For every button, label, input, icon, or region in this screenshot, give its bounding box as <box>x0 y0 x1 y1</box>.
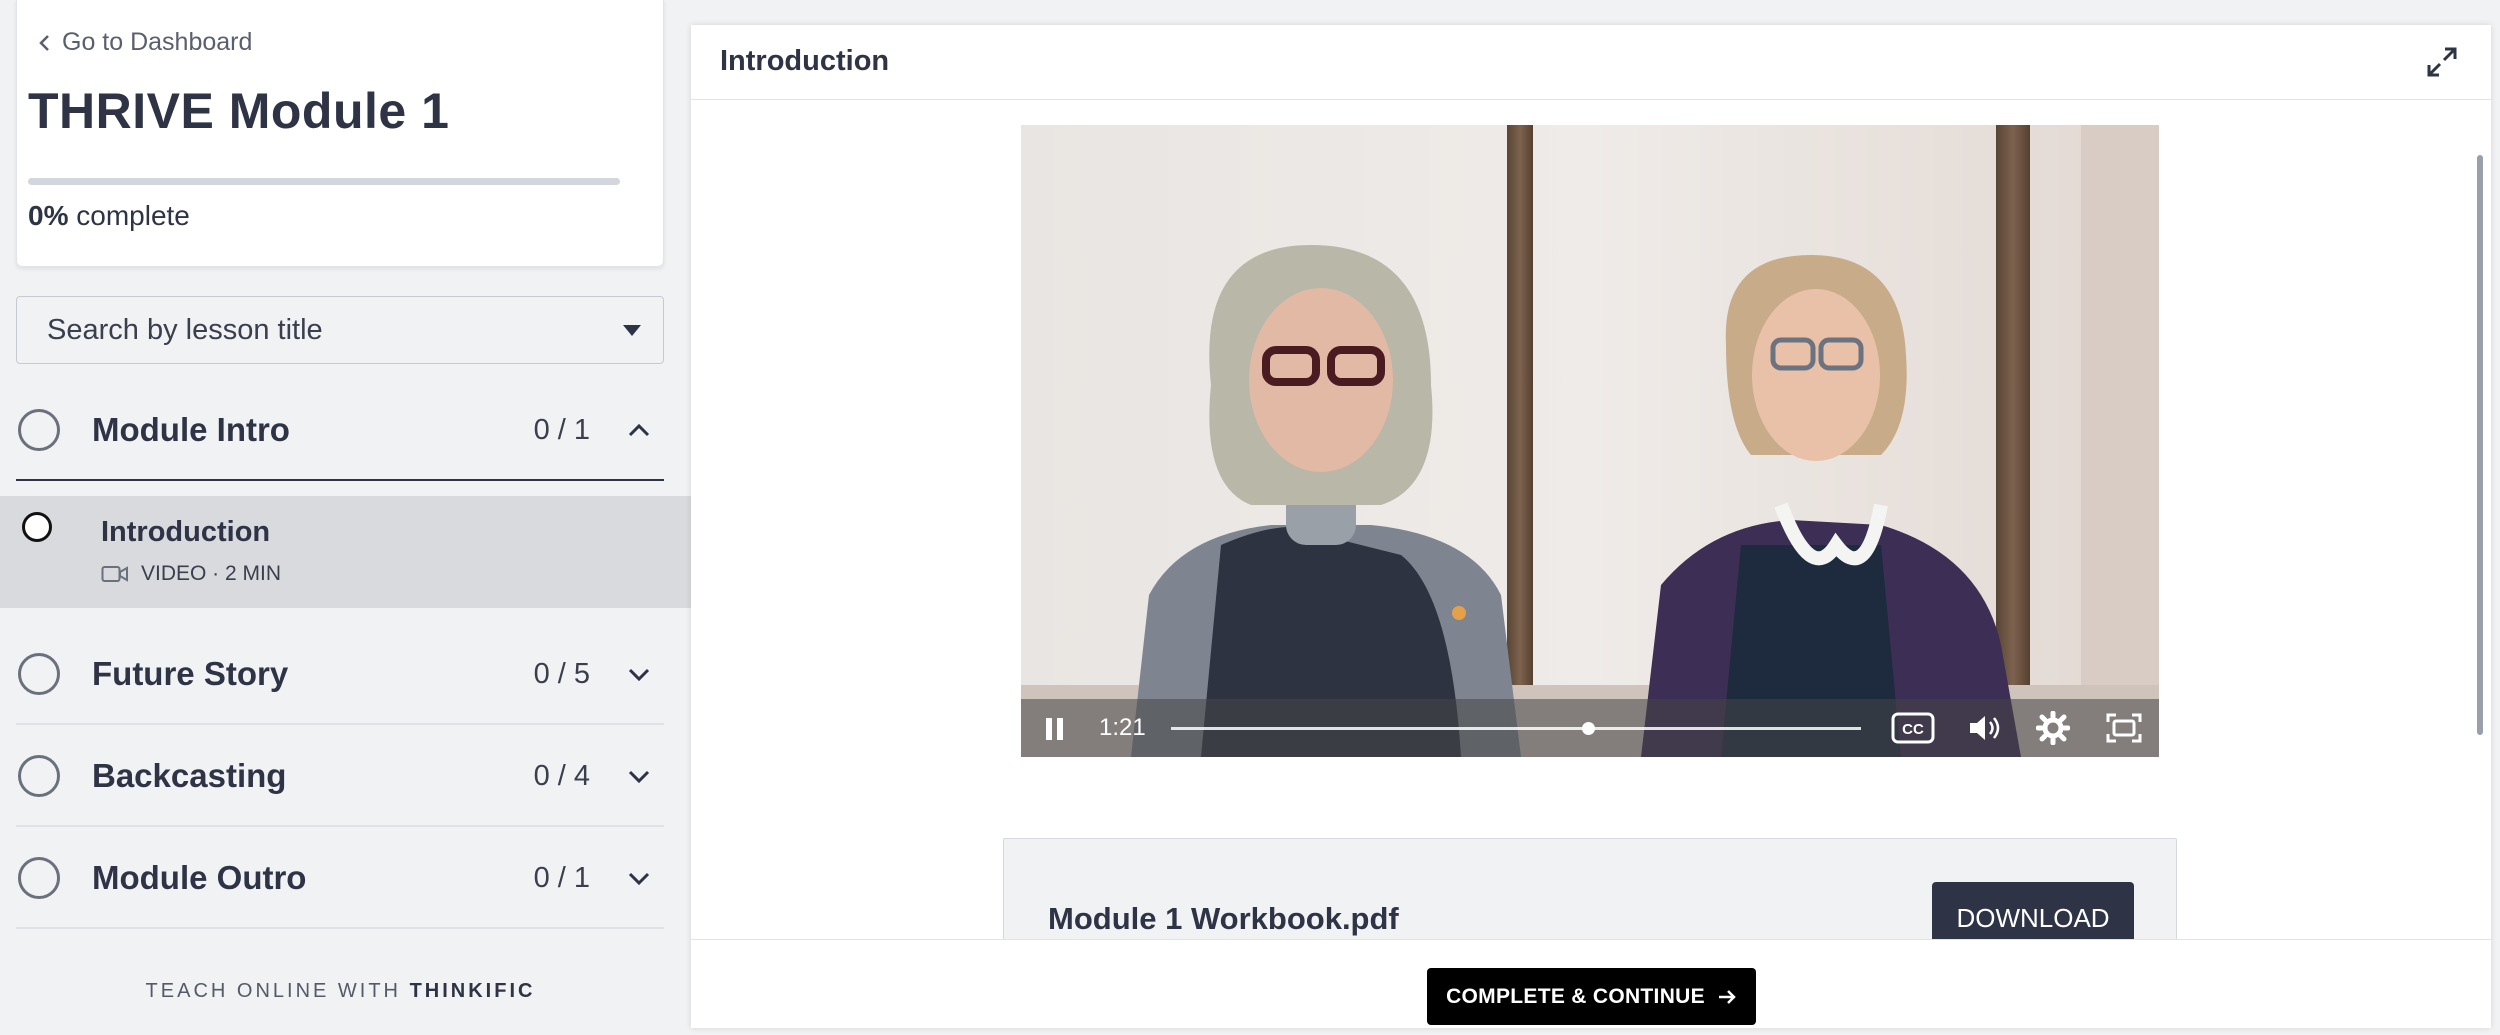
chapter-status-circle-icon <box>18 755 60 797</box>
chapter-status-circle-icon <box>18 409 60 451</box>
lesson-search-placeholder: Search by lesson title <box>47 313 323 346</box>
video-frame <box>1021 125 2159 757</box>
powered-by-thinkific[interactable]: TEACH ONLINE WITH THINKIFIC <box>0 980 681 1003</box>
lesson-meta: VIDEO · 2 MIN <box>101 562 281 586</box>
chapter-status-circle-icon <box>18 857 60 899</box>
expand-icon[interactable] <box>2425 45 2459 79</box>
footer-brand-name: THINKIFIC <box>409 980 536 1002</box>
chapter-status-circle-icon <box>18 653 60 695</box>
chevron-up-icon <box>628 423 650 437</box>
svg-text:CC: CC <box>1902 721 1924 738</box>
course-title: THRIVE Module 1 <box>28 83 450 139</box>
progress-percent: 0% <box>28 200 69 231</box>
complete-button-label: COMPLETE & CONTINUE <box>1446 984 1705 1008</box>
chapter-backcasting[interactable]: Backcasting 0 / 4 <box>16 726 664 826</box>
chapter-divider <box>16 927 664 929</box>
lesson-meta-text: VIDEO · 2 MIN <box>141 562 282 585</box>
chapter-future-story[interactable]: Future Story 0 / 5 <box>16 624 664 724</box>
chevron-down-icon <box>628 668 650 682</box>
lesson-title: Introduction <box>101 516 271 548</box>
chapter-title: Module Outro <box>92 859 307 896</box>
lesson-item-introduction[interactable]: Introduction VIDEO · 2 MIN <box>0 496 691 608</box>
lesson-content-panel: Introduction 1:21 CC Module 1 Workbook.p… <box>691 25 2491 1028</box>
video-scrubber[interactable] <box>1171 722 1861 735</box>
chapter-divider <box>16 825 664 827</box>
chapter-title: Backcasting <box>92 757 287 794</box>
pause-icon[interactable] <box>1043 716 1067 742</box>
chapter-divider <box>16 479 664 481</box>
attachment-file-name: Module 1 Workbook.pdf <box>1048 901 1399 936</box>
lesson-footer: COMPLETE & CONTINUE <box>691 939 2491 1028</box>
settings-gear-icon[interactable] <box>2036 711 2070 745</box>
caret-down-icon <box>623 325 641 336</box>
download-button[interactable]: DOWNLOAD <box>1932 882 2134 939</box>
lesson-scroll-area[interactable]: 1:21 CC Module 1 Workbook.pdf DOWNLOAD <box>691 100 2491 939</box>
chapter-module-outro[interactable]: Module Outro 0 / 1 <box>16 828 664 928</box>
progress-suffix: complete <box>76 200 190 231</box>
closed-captions-icon[interactable]: CC <box>1891 712 1935 744</box>
video-camera-icon <box>101 566 128 582</box>
video-current-time: 1:21 <box>1099 714 1146 741</box>
chapter-count: 0 / 1 <box>533 413 590 446</box>
video-controls: 1:21 CC <box>1021 699 2159 757</box>
course-progress-bar <box>28 178 620 185</box>
chapter-count: 0 / 1 <box>533 861 590 894</box>
chapter-divider <box>16 723 664 725</box>
course-sidebar: Go to Dashboard THRIVE Module 1 0% compl… <box>0 0 691 1035</box>
video-scrubber-handle[interactable] <box>1582 722 1596 735</box>
download-attachment-card: Module 1 Workbook.pdf DOWNLOAD <box>1003 838 2177 939</box>
chapter-count: 0 / 4 <box>533 759 590 792</box>
arrow-right-icon <box>1718 989 1736 1004</box>
chapter-count: 0 / 5 <box>533 657 590 690</box>
footer-prefix: TEACH ONLINE WITH <box>145 980 401 1002</box>
go-to-dashboard-link[interactable]: Go to Dashboard <box>36 28 252 57</box>
progress-text: 0% complete <box>28 200 190 232</box>
complete-and-continue-button[interactable]: COMPLETE & CONTINUE <box>1427 968 1756 1025</box>
chevron-down-icon <box>628 770 650 784</box>
chapter-module-intro[interactable]: Module Intro 0 / 1 <box>16 380 664 480</box>
volume-icon[interactable] <box>1967 713 2003 743</box>
chevron-left-icon <box>39 34 49 51</box>
video-player[interactable]: 1:21 CC <box>1021 125 2159 757</box>
lesson-header-title: Introduction <box>720 45 890 77</box>
back-link-label: Go to Dashboard <box>62 28 253 56</box>
fullscreen-icon[interactable] <box>2105 712 2143 744</box>
lesson-header: Introduction <box>691 25 2491 100</box>
chapter-title: Future Story <box>92 655 289 692</box>
chapter-title: Module Intro <box>92 411 290 448</box>
content-scrollbar[interactable] <box>2477 155 2483 735</box>
lesson-search-dropdown[interactable]: Search by lesson title <box>16 296 664 364</box>
chevron-down-icon <box>628 872 650 886</box>
lesson-status-circle-icon <box>22 512 52 542</box>
